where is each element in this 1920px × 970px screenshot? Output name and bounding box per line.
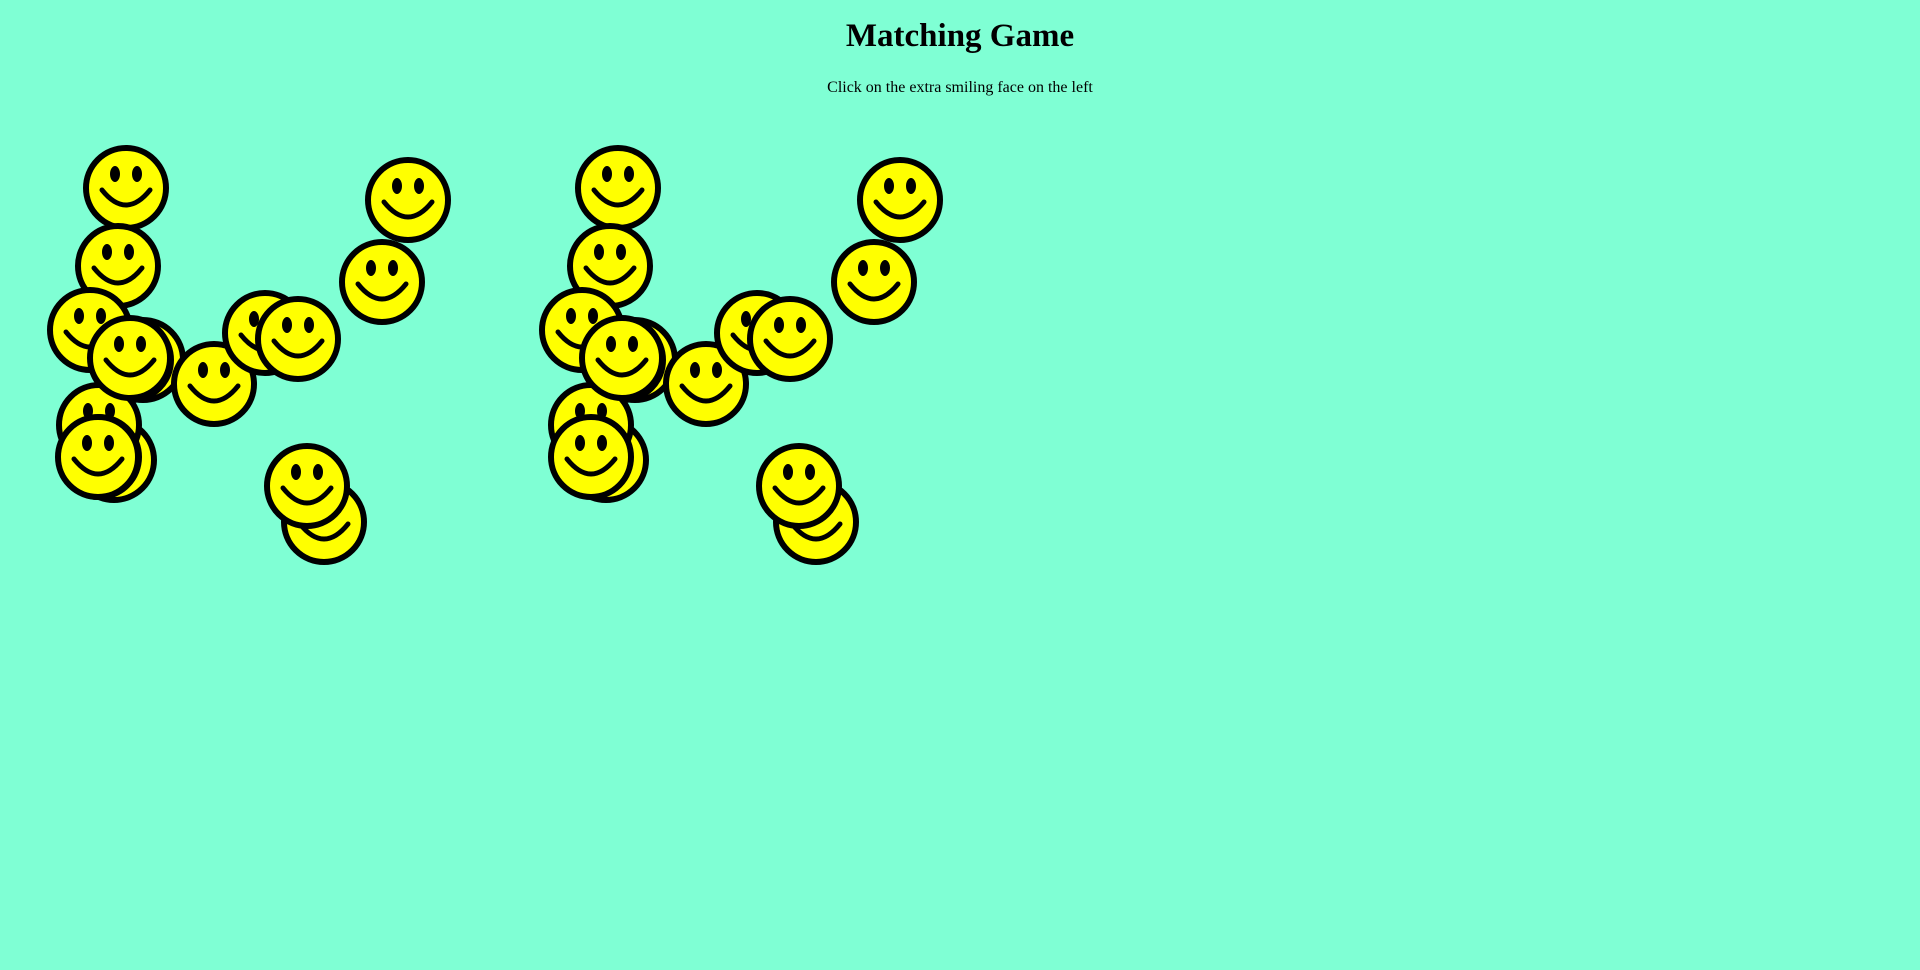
smiley-face-icon[interactable] <box>574 144 662 232</box>
smiley-face-icon[interactable] <box>54 413 142 501</box>
smiley-face-icon[interactable] <box>86 314 174 402</box>
smiley-face-icon[interactable] <box>746 295 834 383</box>
right-side-panel <box>492 0 992 970</box>
smiley-face-icon[interactable] <box>364 156 452 244</box>
smiley-face-icon[interactable] <box>578 314 666 402</box>
smiley-face-icon[interactable] <box>82 144 170 232</box>
smiley-face-icon[interactable] <box>830 238 918 326</box>
smiley-face-icon[interactable] <box>856 156 944 244</box>
smiley-face-icon[interactable] <box>263 442 351 530</box>
smiley-face-icon[interactable] <box>755 442 843 530</box>
left-side-panel <box>0 0 500 970</box>
smiley-face-icon[interactable] <box>254 295 342 383</box>
smiley-face-icon[interactable] <box>338 238 426 326</box>
smiley-face-icon[interactable] <box>547 413 635 501</box>
